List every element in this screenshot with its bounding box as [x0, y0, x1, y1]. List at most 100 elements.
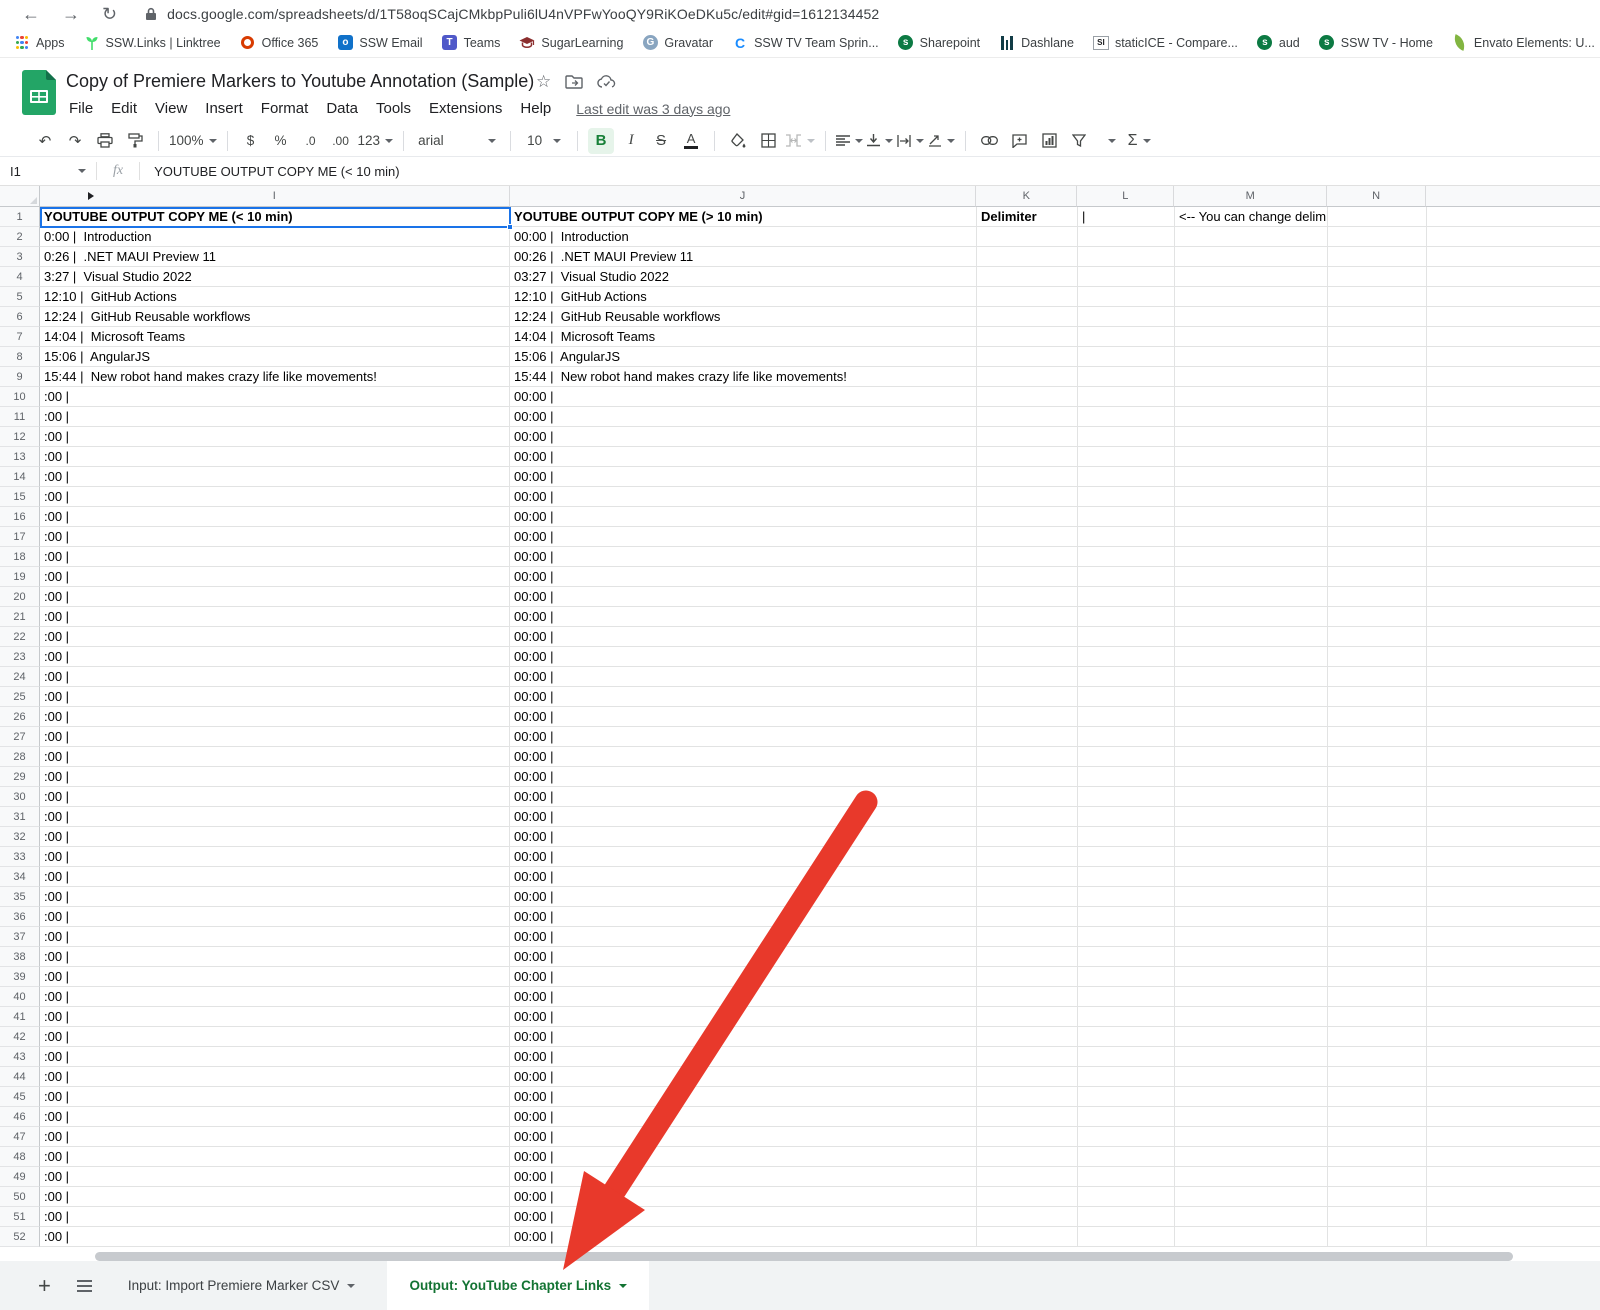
row-header-49[interactable]: 49	[0, 1167, 40, 1187]
cell-I32[interactable]: :00 |	[40, 827, 510, 847]
cell-I45[interactable]: :00 |	[40, 1087, 510, 1107]
cell-blank[interactable]	[1427, 507, 1600, 527]
bookmark-item[interactable]: Office 365	[240, 35, 319, 51]
cell-N3[interactable]	[1328, 247, 1427, 267]
cell-M14[interactable]	[1175, 467, 1328, 487]
cell-L20[interactable]	[1078, 587, 1175, 607]
cell-M7[interactable]	[1175, 327, 1328, 347]
cell-I27[interactable]: :00 |	[40, 727, 510, 747]
cell-K13[interactable]	[977, 447, 1078, 467]
cell-blank[interactable]	[1427, 1067, 1600, 1087]
cell-M50[interactable]	[1175, 1187, 1328, 1207]
cell-I5[interactable]: 12:10 | GitHub Actions	[40, 287, 510, 307]
cell-J23[interactable]: 00:00 |	[510, 647, 977, 667]
all-sheets-button[interactable]	[77, 1280, 92, 1292]
cell-K44[interactable]	[977, 1067, 1078, 1087]
row-header-4[interactable]: 4	[0, 267, 40, 287]
row-header-29[interactable]: 29	[0, 767, 40, 787]
row-header-10[interactable]: 10	[0, 387, 40, 407]
cell-I28[interactable]: :00 |	[40, 747, 510, 767]
cell-N40[interactable]	[1328, 987, 1427, 1007]
cell-I22[interactable]: :00 |	[40, 627, 510, 647]
cell-K8[interactable]	[977, 347, 1078, 367]
cell-J27[interactable]: 00:00 |	[510, 727, 977, 747]
cell-J42[interactable]: 00:00 |	[510, 1027, 977, 1047]
row-header-8[interactable]: 8	[0, 347, 40, 367]
cell-J20[interactable]: 00:00 |	[510, 587, 977, 607]
cell-J18[interactable]: 00:00 |	[510, 547, 977, 567]
cell-N12[interactable]	[1328, 427, 1427, 447]
row-header-14[interactable]: 14	[0, 467, 40, 487]
row-header-15[interactable]: 15	[0, 487, 40, 507]
cell-J31[interactable]: 00:00 |	[510, 807, 977, 827]
cell-N26[interactable]	[1328, 707, 1427, 727]
cell-K3[interactable]	[977, 247, 1078, 267]
cell-K34[interactable]	[977, 867, 1078, 887]
bold-button[interactable]: B	[588, 128, 614, 154]
font-select[interactable]: arial	[414, 128, 500, 154]
cell-J37[interactable]: 00:00 |	[510, 927, 977, 947]
cell-N39[interactable]	[1328, 967, 1427, 987]
cell-K16[interactable]	[977, 507, 1078, 527]
cell-L50[interactable]	[1078, 1187, 1175, 1207]
cell-M40[interactable]	[1175, 987, 1328, 1007]
row-header-41[interactable]: 41	[0, 1007, 40, 1027]
cell-L12[interactable]	[1078, 427, 1175, 447]
cell-L38[interactable]	[1078, 947, 1175, 967]
cell-M32[interactable]	[1175, 827, 1328, 847]
cell-N42[interactable]	[1328, 1027, 1427, 1047]
cell-M47[interactable]	[1175, 1127, 1328, 1147]
cell-N43[interactable]	[1328, 1047, 1427, 1067]
cell-J39[interactable]: 00:00 |	[510, 967, 977, 987]
cell-I7[interactable]: 14:04 | Microsoft Teams	[40, 327, 510, 347]
cell-L51[interactable]	[1078, 1207, 1175, 1227]
cell-J35[interactable]: 00:00 |	[510, 887, 977, 907]
cell-L10[interactable]	[1078, 387, 1175, 407]
column-header-N[interactable]: N	[1327, 186, 1426, 207]
insert-comment-button[interactable]	[1006, 128, 1032, 154]
cell-N35[interactable]	[1328, 887, 1427, 907]
cell-J48[interactable]: 00:00 |	[510, 1147, 977, 1167]
row-header-40[interactable]: 40	[0, 987, 40, 1007]
cell-blank[interactable]	[1427, 547, 1600, 567]
row-header-44[interactable]: 44	[0, 1067, 40, 1087]
fill-handle[interactable]	[507, 224, 513, 230]
cell-K10[interactable]	[977, 387, 1078, 407]
column-header-M[interactable]: M	[1174, 186, 1327, 207]
menu-file[interactable]: File	[60, 97, 102, 120]
cell-L46[interactable]	[1078, 1107, 1175, 1127]
cell-blank[interactable]	[1427, 607, 1600, 627]
cell-L9[interactable]	[1078, 367, 1175, 387]
cell-M34[interactable]	[1175, 867, 1328, 887]
cell-L17[interactable]	[1078, 527, 1175, 547]
cell-K17[interactable]	[977, 527, 1078, 547]
cell-M16[interactable]	[1175, 507, 1328, 527]
cell-blank[interactable]	[1427, 567, 1600, 587]
cell-I48[interactable]: :00 |	[40, 1147, 510, 1167]
cell-blank[interactable]	[1427, 347, 1600, 367]
insert-link-button[interactable]	[976, 128, 1002, 154]
bookmark-item[interactable]: Envato Elements: U...	[1452, 35, 1595, 51]
cell-N17[interactable]	[1328, 527, 1427, 547]
cell-I23[interactable]: :00 |	[40, 647, 510, 667]
cell-L11[interactable]	[1078, 407, 1175, 427]
cell-I6[interactable]: 12:24 | GitHub Reusable workflows	[40, 307, 510, 327]
cell-L19[interactable]	[1078, 567, 1175, 587]
cell-N4[interactable]	[1328, 267, 1427, 287]
redo-button[interactable]: ↷	[62, 128, 88, 154]
cell-M5[interactable]	[1175, 287, 1328, 307]
cell-M4[interactable]	[1175, 267, 1328, 287]
row-header-19[interactable]: 19	[0, 567, 40, 587]
cell-I19[interactable]: :00 |	[40, 567, 510, 587]
number-format-button[interactable]: 123	[358, 128, 394, 154]
row-header-52[interactable]: 52	[0, 1227, 40, 1247]
cell-L49[interactable]	[1078, 1167, 1175, 1187]
cell-N11[interactable]	[1328, 407, 1427, 427]
cell-L52[interactable]	[1078, 1227, 1175, 1247]
cell-I17[interactable]: :00 |	[40, 527, 510, 547]
zoom-select[interactable]: 100%	[169, 128, 217, 154]
bookmark-item[interactable]: SSW.Links | Linktree	[84, 35, 221, 51]
cell-blank[interactable]	[1427, 267, 1600, 287]
decrease-decimal-button[interactable]: .0	[298, 128, 324, 154]
cell-N34[interactable]	[1328, 867, 1427, 887]
